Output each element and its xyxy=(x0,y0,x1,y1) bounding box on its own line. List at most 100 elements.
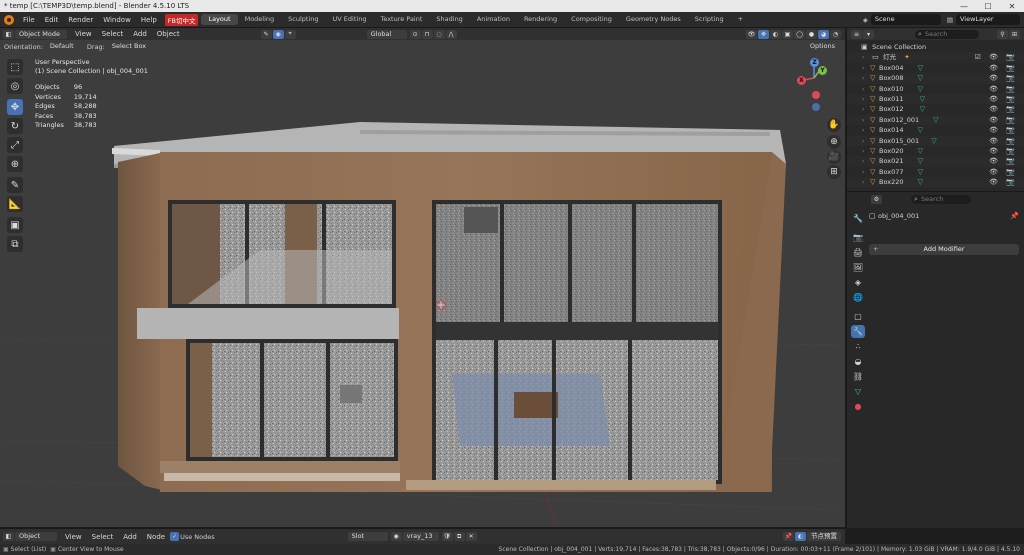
gizmo-toggle-icon[interactable]: ✥ xyxy=(758,29,769,39)
tool-properties-icon[interactable]: 🔧 xyxy=(851,212,865,225)
row-visibility-icons[interactable]: 👁 📷 xyxy=(989,63,1018,73)
shader-menu-select[interactable]: Select xyxy=(87,533,119,541)
gizmo-neg-z[interactable] xyxy=(812,103,820,111)
rotate-tool-icon[interactable]: ↻ xyxy=(7,118,23,134)
scale-tool-icon[interactable]: ⤢ xyxy=(7,137,23,153)
move-tool-icon[interactable]: ✥ xyxy=(7,99,23,115)
xray-icon[interactable]: ▣ xyxy=(782,29,793,39)
scene-selector[interactable]: Scene xyxy=(870,14,941,25)
select-tool-icon[interactable]: ⬚ xyxy=(7,59,23,75)
node-pin-icon[interactable]: 📌 xyxy=(783,532,794,541)
node-overlay-icon[interactable]: ◐ xyxy=(795,532,806,541)
scene-properties-icon[interactable]: ◈ xyxy=(851,276,865,289)
shading-material-icon[interactable]: ◕ xyxy=(818,29,829,39)
outliner-item[interactable]: › ▽ Box008 ▽ 👁 📷 xyxy=(847,73,1024,84)
chinese-toggle-button[interactable]: FB切中文 xyxy=(164,13,199,26)
use-nodes-checkbox[interactable]: ✓ xyxy=(170,532,180,541)
tab-geometry-nodes[interactable]: Geometry Nodes xyxy=(619,14,688,25)
row-visibility-icons[interactable]: ☑ 👁 📷 xyxy=(975,52,1018,62)
pan-hand-icon[interactable]: ✋ xyxy=(827,118,841,132)
visibility-icon[interactable]: 👁 xyxy=(746,29,757,39)
close-button[interactable]: ✕ xyxy=(1000,2,1024,11)
outliner-display-mode-icon[interactable]: ▾ xyxy=(863,29,874,39)
material-properties-icon[interactable]: ● xyxy=(851,400,865,413)
output-properties-icon[interactable]: 🖨 xyxy=(851,246,865,259)
row-visibility-icons[interactable]: 👁 📷 xyxy=(989,177,1018,187)
outliner-item[interactable]: › ▭ 灯光 ✦ ☑ 👁 📷 xyxy=(847,52,1024,63)
cursor-tool-icon[interactable]: ◎ xyxy=(7,78,23,94)
object-mode-dropdown[interactable]: Object Mode xyxy=(15,29,67,39)
shader-menu-view[interactable]: View xyxy=(60,533,87,541)
outliner-item[interactable]: › ▽ Box015_001 ▽ 👁 📷 xyxy=(847,135,1024,146)
add-modifier-button[interactable]: + Add Modifier xyxy=(869,244,1019,255)
data-properties-icon[interactable]: ▽ xyxy=(851,385,865,398)
perspective-grid-icon[interactable]: ⊞ xyxy=(827,165,841,179)
overlay-toggle-icon[interactable]: ◐ xyxy=(770,29,781,39)
pin-icon[interactable]: 📌 xyxy=(1010,212,1019,220)
orientation-dropdown[interactable]: Default xyxy=(45,42,84,51)
add-object-tool-icon[interactable]: ⧉ xyxy=(7,236,23,252)
outliner-item[interactable]: › ▽ Box021 ▽ 👁 📷 xyxy=(847,156,1024,167)
properties-editor-type-icon[interactable]: ⚙ xyxy=(871,194,882,204)
outliner-item[interactable]: › ▽ Box077 ▽ 👁 📷 xyxy=(847,167,1024,177)
snap-icon[interactable]: ⊓ xyxy=(421,29,433,39)
snap-toggle-icon[interactable]: ⌖ xyxy=(284,29,296,39)
duplicate-material-icon[interactable]: ⧉ xyxy=(453,532,465,541)
outliner-search-input[interactable]: Search xyxy=(915,29,979,39)
outliner-filter-icon[interactable]: ⚲ xyxy=(997,29,1008,39)
navigation-gizmo[interactable]: Z Y X xyxy=(794,54,834,114)
tab-texture-paint[interactable]: Texture Paint xyxy=(373,14,429,25)
new-collection-icon[interactable]: ⊞ xyxy=(1009,29,1020,39)
view-layer-properties-icon[interactable]: 🖼 xyxy=(851,261,865,274)
shader-menu-add[interactable]: Add xyxy=(118,533,142,541)
menu-render[interactable]: Render xyxy=(63,16,98,24)
outliner-item[interactable]: › ▽ Box010 ▽ 👁 📷 xyxy=(847,84,1024,94)
outliner-item[interactable]: › ▽ Box004 ▽ 👁 📷 xyxy=(847,63,1024,73)
eyedropper-icon[interactable]: ✎ xyxy=(260,29,272,39)
tab-modeling[interactable]: Modeling xyxy=(238,14,282,25)
tab-rendering[interactable]: Rendering xyxy=(517,14,564,25)
minimize-button[interactable]: — xyxy=(952,2,976,11)
viewlayer-selector[interactable]: ViewLayer xyxy=(956,14,1020,25)
fake-user-icon[interactable]: 🛡 xyxy=(441,532,453,541)
measure-tool-icon[interactable]: 📐 xyxy=(7,196,23,212)
row-visibility-icons[interactable]: 👁 📷 xyxy=(989,73,1018,83)
material-sphere-icon[interactable]: ◉ xyxy=(390,532,402,541)
gizmo-x-axis[interactable]: X xyxy=(797,76,806,85)
add-cube-tool-icon[interactable]: ▣ xyxy=(7,217,23,233)
outliner-item[interactable]: › ▽ Box220 ▽ 👁 📷 xyxy=(847,177,1024,188)
outliner-item[interactable]: › ▽ Box014 ▽ 👁 📷 xyxy=(847,125,1024,135)
3d-viewport[interactable]: ⬚ ◎ ✥ ↻ ⤢ ⊕ ✎ 📐 ▣ ⧉ User Perspective (1)… xyxy=(0,40,845,527)
properties-search-input[interactable]: Search xyxy=(911,194,971,204)
tab-uv-editing[interactable]: UV Editing xyxy=(326,14,374,25)
menu-window[interactable]: Window xyxy=(98,16,136,24)
physics-properties-icon[interactable]: ◒ xyxy=(851,355,865,368)
row-visibility-icons[interactable]: 👁 📷 xyxy=(989,136,1018,146)
blender-logo-icon[interactable] xyxy=(4,14,14,25)
row-visibility-icons[interactable]: 👁 📷 xyxy=(989,94,1018,104)
menu-view[interactable]: View xyxy=(70,30,97,38)
row-visibility-icons[interactable]: 👁 📷 xyxy=(989,115,1018,125)
world-properties-icon[interactable]: 🌐 xyxy=(851,291,865,304)
proportional-editing-icon[interactable]: ◌ xyxy=(433,29,445,39)
menu-help[interactable]: Help xyxy=(136,16,162,24)
material-name-field[interactable]: vray_13 xyxy=(402,532,439,541)
menu-file[interactable]: File xyxy=(18,16,40,24)
tab-animation[interactable]: Animation xyxy=(470,14,517,25)
tab-scripting[interactable]: Scripting xyxy=(688,14,731,25)
row-visibility-icons[interactable]: 👁 📷 xyxy=(989,84,1018,94)
outliner-item[interactable]: › ▽ Box011 ▽ 👁 📷 xyxy=(847,93,1024,105)
outliner-item[interactable]: › ▽ Box020 ▽ 👁 📷 xyxy=(847,146,1024,156)
menu-add[interactable]: Add xyxy=(128,30,152,38)
drag-dropdown[interactable]: Select Box xyxy=(107,42,152,51)
shader-menu-node[interactable]: Node xyxy=(142,533,170,541)
row-visibility-icons[interactable]: 👁 📷 xyxy=(989,104,1018,114)
gizmo-y-axis[interactable]: Y xyxy=(818,66,827,75)
modifier-properties-icon[interactable]: 🔧 xyxy=(851,325,865,338)
menu-select[interactable]: Select xyxy=(97,30,129,38)
row-visibility-icons[interactable]: 👁 📷 xyxy=(989,125,1018,135)
shader-type-dropdown[interactable]: Object xyxy=(15,532,57,541)
outliner-editor-type-icon[interactable]: ≡ xyxy=(851,29,862,39)
transform-pivot-icon[interactable]: ◉ xyxy=(272,29,284,39)
maximize-button[interactable]: ☐ xyxy=(976,2,1000,11)
